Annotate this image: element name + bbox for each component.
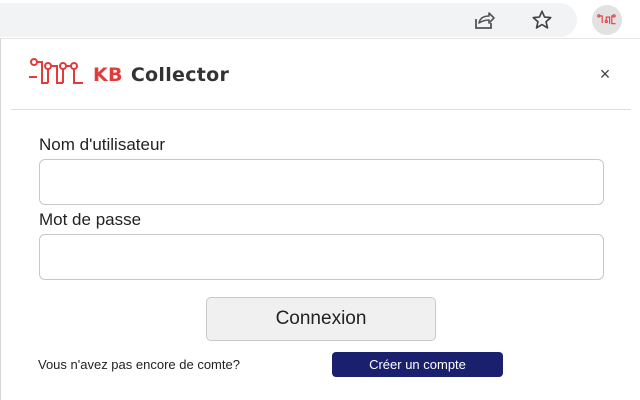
close-icon[interactable]: × (595, 64, 615, 84)
brand-kb: KB (93, 64, 123, 86)
browser-toolbar (0, 0, 640, 38)
brand-title: KB Collector (93, 64, 229, 86)
kb-collector-logo-icon (29, 58, 83, 84)
popup-header: KB Collector × (11, 39, 631, 110)
password-input[interactable] (39, 234, 604, 280)
username-input[interactable] (39, 159, 604, 205)
kb-collector-extension-icon[interactable] (592, 5, 622, 35)
brand-name: Collector (130, 64, 230, 86)
bookmark-star-icon[interactable] (530, 8, 554, 32)
extension-popup: KB Collector × Nom d'utilisateur Mot de p… (0, 38, 640, 400)
login-button[interactable]: Connexion (206, 297, 436, 341)
create-account-button[interactable]: Créer un compte (332, 352, 503, 377)
signup-prompt: Vous n'avez pas encore de comte? (38, 357, 240, 372)
share-icon[interactable] (472, 8, 496, 32)
password-label: Mot de passe (39, 210, 142, 229)
username-label: Nom d'utilisateur (39, 135, 166, 154)
